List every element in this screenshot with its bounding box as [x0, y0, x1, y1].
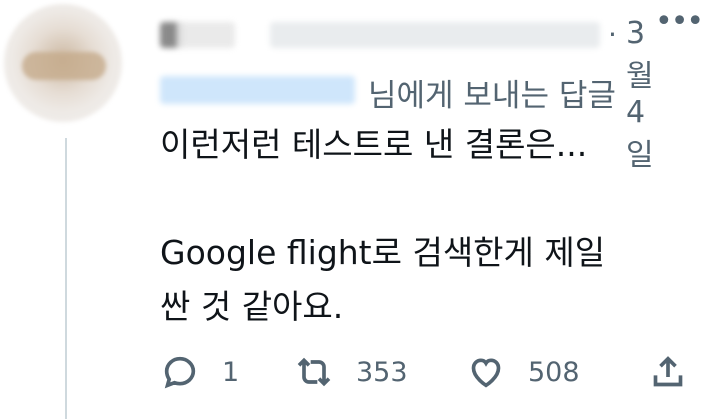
tweet-body: 이런저런 테스트로 낸 결론은... Google flight로 검색한게 제…	[160, 118, 700, 334]
tweet-line-2: Google flight로 검색한게 제일	[160, 233, 606, 272]
replying-to-label: 님에게 보내는 답글	[368, 78, 616, 114]
share-icon	[653, 356, 683, 387]
like-button[interactable]: 508	[466, 352, 580, 392]
mention-redacted[interactable]	[160, 76, 355, 104]
reply-icon	[164, 356, 196, 389]
tweet-line-3: 싼 것 같아요.	[160, 287, 344, 326]
more-options-icon[interactable]: •••	[655, 7, 704, 37]
thread-line	[65, 138, 67, 419]
header-separator: ·	[608, 18, 617, 51]
like-count: 508	[528, 356, 580, 388]
tweet-line-1: 이런저런 테스트로 낸 결론은...	[160, 125, 588, 164]
retweet-button[interactable]: 353	[294, 352, 408, 392]
reply-button[interactable]: 1	[160, 352, 239, 392]
avatar[interactable]	[4, 4, 122, 122]
retweet-icon	[297, 357, 331, 387]
handle-redacted[interactable]	[270, 22, 600, 48]
display-name-redacted[interactable]	[160, 22, 235, 48]
share-button[interactable]	[648, 352, 688, 392]
reply-count: 1	[222, 356, 240, 388]
heart-icon	[471, 358, 501, 388]
retweet-count: 353	[356, 356, 408, 388]
action-bar: 1 353 508	[160, 352, 700, 402]
